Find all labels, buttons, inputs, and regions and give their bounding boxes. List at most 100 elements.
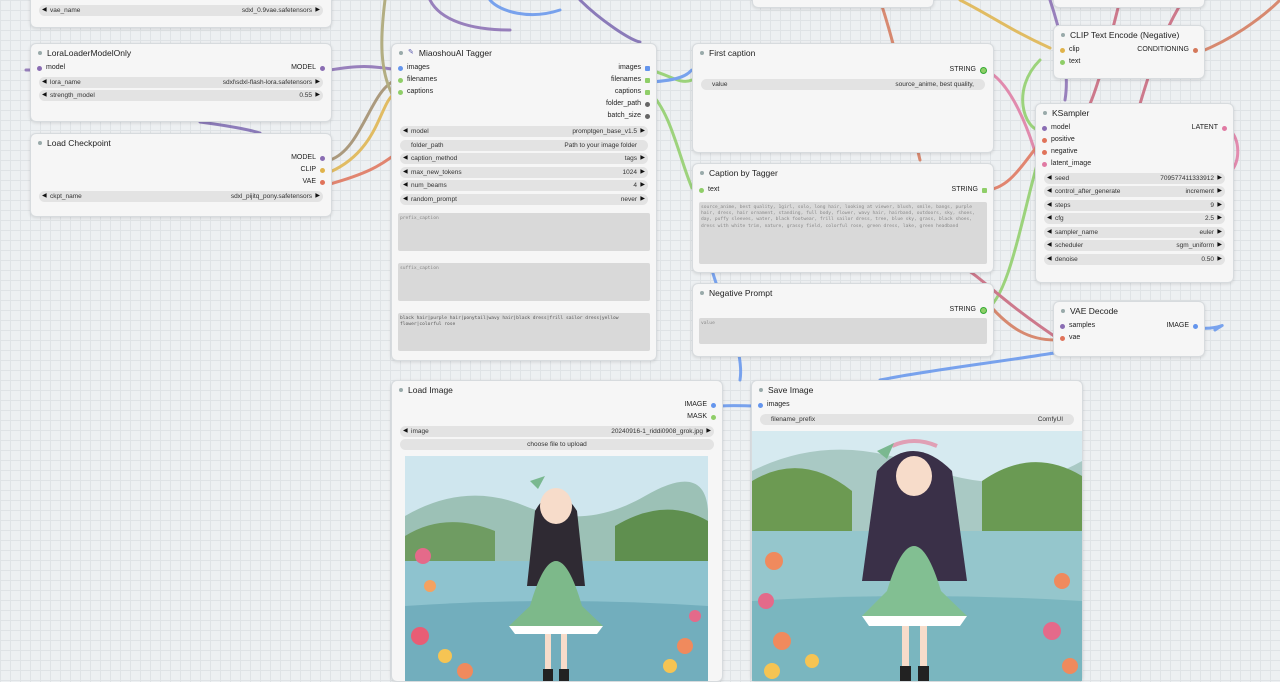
ckpt-name-widget[interactable]: ◀ ckpt_name sdxl_pijitq_pony.safetensors… xyxy=(39,190,323,202)
arrow-right-icon[interactable]: ▶ xyxy=(640,194,645,205)
output-port-grid-icon[interactable] xyxy=(645,65,650,71)
output-port-icon[interactable] xyxy=(1193,47,1198,53)
prefix-caption-textarea[interactable]: prefix_caption xyxy=(398,212,650,251)
tagger-random-prompt-widget[interactable]: ◀ random_prompt never ▶ xyxy=(400,193,648,205)
output-port-grid-icon[interactable] xyxy=(645,89,650,95)
load-image-node[interactable]: Load Image IMAGE MASK ◀ image 20240916-1… xyxy=(391,380,723,682)
arrow-right-icon[interactable]: ▶ xyxy=(640,153,645,164)
caption-textarea[interactable]: source_anime, best quality, 1girl, solo,… xyxy=(699,202,987,264)
input-port-icon[interactable] xyxy=(1060,59,1065,65)
filename-prefix-widget[interactable]: filename_prefix ComfyUI xyxy=(760,413,1074,425)
arrow-left-icon[interactable]: ◀ xyxy=(42,191,47,202)
arrow-left-icon[interactable]: ◀ xyxy=(403,126,408,137)
arrow-right-icon[interactable]: ▶ xyxy=(1217,186,1222,197)
input-port-icon[interactable] xyxy=(758,402,763,408)
miaoshouai-tagger-node[interactable]: ✎ MiaoshouAI Tagger images images filenam… xyxy=(391,43,657,361)
arrow-left-icon[interactable]: ◀ xyxy=(403,194,408,205)
collapse-dot-icon[interactable] xyxy=(399,388,403,392)
arrow-right-icon[interactable]: ▶ xyxy=(315,77,320,88)
ksampler-sampler-widget[interactable]: ◀ sampler_name euler ▶ xyxy=(1044,226,1225,238)
ksampler-steps-widget[interactable]: ◀ steps 9 ▶ xyxy=(1044,199,1225,211)
arrow-right-icon[interactable]: ▶ xyxy=(315,191,320,202)
ksampler-scheduler-widget[interactable]: ◀ scheduler sgm_uniform ▶ xyxy=(1044,240,1225,251)
arrow-left-icon[interactable]: ◀ xyxy=(403,426,408,437)
suffix-caption-textarea[interactable]: suffix_caption xyxy=(398,262,650,301)
node-title[interactable]: ✎ MiaoshouAI Tagger xyxy=(392,44,656,62)
arrow-left-icon[interactable]: ◀ xyxy=(403,153,408,164)
input-port-icon[interactable] xyxy=(1060,335,1065,341)
tagger-caption-method-widget[interactable]: ◀ caption_method tags ▶ xyxy=(400,153,648,164)
output-port-icon[interactable] xyxy=(711,414,716,420)
tagger-folder-path-widget[interactable]: folder_path Path to your image folder xyxy=(400,139,648,151)
ksampler-control-widget[interactable]: ◀ control_after_generate increment ▶ xyxy=(1044,186,1225,197)
output-port-icon[interactable] xyxy=(320,167,325,173)
output-port-icon[interactable] xyxy=(1193,323,1198,329)
arrow-right-icon[interactable]: ▶ xyxy=(1217,173,1222,184)
arrow-left-icon[interactable]: ◀ xyxy=(1047,186,1052,197)
arrow-right-icon[interactable]: ▶ xyxy=(315,5,320,16)
input-port-icon[interactable] xyxy=(699,187,704,193)
collapse-dot-icon[interactable] xyxy=(38,51,42,55)
collapse-dot-icon[interactable] xyxy=(700,51,704,55)
save-image-node[interactable]: Save Image images filename_prefix ComfyU… xyxy=(751,380,1083,682)
tagger-num-beams-widget[interactable]: ◀ num_beams 4 ▶ xyxy=(400,180,648,191)
output-port-icon[interactable] xyxy=(980,66,987,74)
partial-node-top[interactable] xyxy=(752,0,934,8)
load-checkpoint-node[interactable]: Load Checkpoint MODEL CLIP VAE ◀ ckpt_na… xyxy=(30,133,332,217)
partial-node-top-right[interactable] xyxy=(1053,0,1205,8)
arrow-left-icon[interactable]: ◀ xyxy=(42,5,47,16)
input-port-icon[interactable] xyxy=(398,65,403,71)
output-port-icon[interactable] xyxy=(645,113,650,119)
node-title[interactable]: Load Image xyxy=(392,381,722,399)
output-port-icon[interactable] xyxy=(320,179,325,185)
vae-loader-node[interactable]: ◀ vae_name sdxl_0.9vae.safetensors ▶ xyxy=(30,0,332,28)
ksampler-denoise-widget[interactable]: ◀ denoise 0.50 ▶ xyxy=(1044,253,1225,265)
upload-button[interactable]: choose file to upload xyxy=(400,439,714,450)
arrow-left-icon[interactable]: ◀ xyxy=(1047,200,1052,211)
output-port-icon[interactable] xyxy=(320,155,325,161)
arrow-left-icon[interactable]: ◀ xyxy=(42,77,47,88)
node-title[interactable]: Negative Prompt xyxy=(693,284,993,302)
ksampler-seed-widget[interactable]: ◀ seed 709577411333912 ▶ xyxy=(1044,172,1225,184)
output-port-grid-icon[interactable] xyxy=(645,77,650,83)
arrow-right-icon[interactable]: ▶ xyxy=(1217,240,1222,251)
input-port-icon[interactable] xyxy=(1060,47,1065,53)
tags-textarea[interactable]: black hair|purple hair|ponytail|wavy hai… xyxy=(398,312,650,351)
arrow-left-icon[interactable]: ◀ xyxy=(1047,213,1052,224)
vae-name-widget[interactable]: ◀ vae_name sdxl_0.9vae.safetensors ▶ xyxy=(39,5,323,16)
arrow-right-icon[interactable]: ▶ xyxy=(1217,213,1222,224)
arrow-left-icon[interactable]: ◀ xyxy=(1047,254,1052,265)
input-port-icon[interactable] xyxy=(398,89,403,95)
tagger-max-new-tokens-widget[interactable]: ◀ max_new_tokens 1024 ▶ xyxy=(400,166,648,178)
ksampler-node[interactable]: KSampler model LATENT positive negative … xyxy=(1035,103,1234,283)
input-port-icon[interactable] xyxy=(1042,149,1047,155)
input-port-icon[interactable] xyxy=(398,77,403,83)
arrow-left-icon[interactable]: ◀ xyxy=(403,180,408,191)
tagger-model-widget[interactable]: ◀ model promptgen_base_v1.5 ▶ xyxy=(400,126,648,137)
node-title[interactable]: Caption by Tagger xyxy=(693,164,993,182)
arrow-left-icon[interactable]: ◀ xyxy=(403,167,408,178)
first-caption-value-widget[interactable]: value source_anime, best quality, xyxy=(701,78,985,90)
ksampler-cfg-widget[interactable]: ◀ cfg 2.5 ▶ xyxy=(1044,213,1225,224)
negative-prompt-textarea[interactable]: value xyxy=(699,318,987,344)
arrow-right-icon[interactable]: ▶ xyxy=(1217,200,1222,211)
node-title[interactable]: Save Image xyxy=(752,381,1082,399)
arrow-right-icon[interactable]: ▶ xyxy=(640,126,645,137)
node-title[interactable]: Load Checkpoint xyxy=(31,134,331,152)
output-port-icon[interactable] xyxy=(980,306,987,314)
node-title[interactable]: CLIP Text Encode (Negative) xyxy=(1054,26,1204,44)
arrow-left-icon[interactable]: ◀ xyxy=(1047,227,1052,238)
image-select-widget[interactable]: ◀ image 20240916-1_riddi0908_grok.jpg ▶ xyxy=(400,425,714,437)
negative-prompt-node[interactable]: Negative Prompt STRING value xyxy=(692,283,994,357)
first-caption-node[interactable]: First caption STRING value source_anime,… xyxy=(692,43,994,153)
arrow-left-icon[interactable]: ◀ xyxy=(1047,240,1052,251)
arrow-right-icon[interactable]: ▶ xyxy=(640,167,645,178)
input-port-icon[interactable] xyxy=(1060,323,1065,329)
output-port-grid-icon[interactable] xyxy=(982,187,987,193)
input-port-icon[interactable] xyxy=(1042,125,1047,131)
arrow-left-icon[interactable]: ◀ xyxy=(1047,173,1052,184)
collapse-dot-icon[interactable] xyxy=(1061,309,1065,313)
collapse-dot-icon[interactable] xyxy=(399,51,403,55)
collapse-dot-icon[interactable] xyxy=(38,141,42,145)
collapse-dot-icon[interactable] xyxy=(700,291,704,295)
